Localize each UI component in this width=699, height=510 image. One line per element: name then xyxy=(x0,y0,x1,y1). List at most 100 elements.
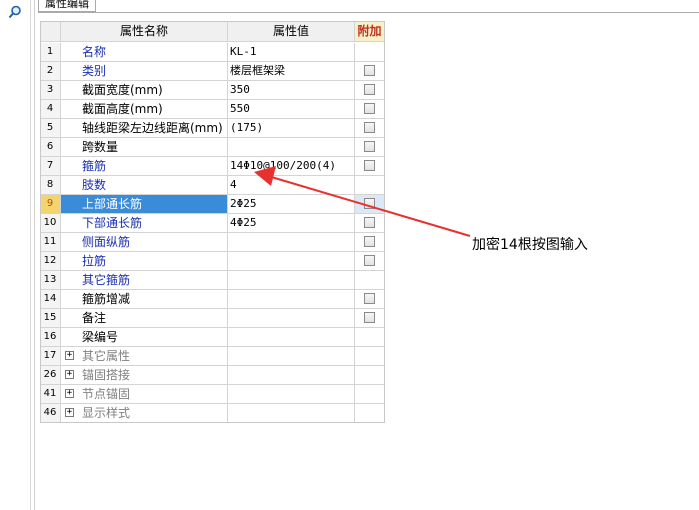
table-row[interactable]: 15 备注 xyxy=(40,309,385,328)
property-name[interactable]: + 显示样式 xyxy=(61,404,228,423)
property-value[interactable] xyxy=(228,309,355,328)
header-extra[interactable]: 附加 xyxy=(355,21,385,42)
row-number[interactable]: 14 xyxy=(40,290,61,309)
row-number[interactable]: 9 xyxy=(40,195,61,214)
row-number[interactable]: 13 xyxy=(40,271,61,290)
checkbox-icon[interactable] xyxy=(364,235,375,247)
property-name[interactable]: 轴线距梁左边线距离(mm) xyxy=(61,119,228,138)
row-number[interactable]: 11 xyxy=(40,233,61,252)
table-row[interactable]: 8 肢数 4 xyxy=(40,176,385,195)
property-name[interactable]: + 其它属性 xyxy=(61,347,228,366)
checkbox-icon[interactable] xyxy=(364,121,375,133)
property-value[interactable] xyxy=(228,404,355,423)
property-name[interactable]: + 锚固搭接 xyxy=(61,366,228,385)
property-value[interactable]: 350 xyxy=(228,81,355,100)
property-name[interactable]: 拉筋 xyxy=(61,252,228,271)
table-row[interactable]: 41 + 节点锚固 xyxy=(40,385,385,404)
plus-expander-icon[interactable]: + xyxy=(65,389,74,398)
checkbox-icon[interactable] xyxy=(364,197,375,209)
property-value[interactable] xyxy=(228,366,355,385)
row-number[interactable]: 6 xyxy=(40,138,61,157)
table-row[interactable]: 7 箍筋 14Φ10@100/200(4) xyxy=(40,157,385,176)
property-value[interactable] xyxy=(228,271,355,290)
table-row[interactable]: 6 跨数量 xyxy=(40,138,385,157)
property-name[interactable]: 上部通长筋 xyxy=(61,195,228,214)
property-value[interactable] xyxy=(228,252,355,271)
plus-expander-icon[interactable]: + xyxy=(65,370,74,379)
table-row[interactable]: 17 + 其它属性 xyxy=(40,347,385,366)
tab-property-edit[interactable]: 属性编辑 xyxy=(38,0,96,12)
property-value[interactable]: 4 xyxy=(228,176,355,195)
property-value[interactable] xyxy=(228,385,355,404)
property-name[interactable]: 名称 xyxy=(61,43,228,62)
property-value[interactable] xyxy=(228,138,355,157)
checkbox-icon[interactable] xyxy=(364,216,375,228)
table-row[interactable]: 46 + 显示样式 xyxy=(40,404,385,423)
plus-expander-icon[interactable]: + xyxy=(65,351,74,360)
row-number[interactable]: 15 xyxy=(40,309,61,328)
property-value[interactable]: 14Φ10@100/200(4) xyxy=(228,157,355,176)
property-value[interactable]: (175) xyxy=(228,119,355,138)
property-name[interactable]: 类别 xyxy=(61,62,228,81)
table-row[interactable]: 5 轴线距梁左边线距离(mm) (175) xyxy=(40,119,385,138)
property-name[interactable]: 备注 xyxy=(61,309,228,328)
table-row[interactable]: 9 上部通长筋 2Φ25 xyxy=(40,195,385,214)
row-number[interactable]: 26 xyxy=(40,366,61,385)
header-property-name[interactable]: 属性名称 xyxy=(61,21,228,42)
property-value[interactable] xyxy=(228,233,355,252)
row-number[interactable]: 41 xyxy=(40,385,61,404)
plus-expander-icon[interactable]: + xyxy=(65,408,74,417)
row-number[interactable]: 8 xyxy=(40,176,61,195)
table-row[interactable]: 26 + 锚固搭接 xyxy=(40,366,385,385)
property-name[interactable]: 截面宽度(mm) xyxy=(61,81,228,100)
checkbox-icon[interactable] xyxy=(364,64,375,76)
property-name[interactable]: 梁编号 xyxy=(61,328,228,347)
table-row[interactable]: 11 侧面纵筋 xyxy=(40,233,385,252)
table-row[interactable]: 13 其它箍筋 xyxy=(40,271,385,290)
table-row[interactable]: 1 名称 KL-1 xyxy=(40,43,385,62)
property-name[interactable]: 箍筋 xyxy=(61,157,228,176)
property-value[interactable]: 2Φ25 xyxy=(228,195,355,214)
table-row[interactable]: 12 拉筋 xyxy=(40,252,385,271)
property-value[interactable]: 4Φ25 xyxy=(228,214,355,233)
row-number[interactable]: 16 xyxy=(40,328,61,347)
row-number[interactable]: 2 xyxy=(40,62,61,81)
property-value[interactable]: KL-1 xyxy=(228,43,355,62)
row-number[interactable]: 1 xyxy=(40,43,61,62)
property-name[interactable]: 其它箍筋 xyxy=(61,271,228,290)
row-number[interactable]: 7 xyxy=(40,157,61,176)
property-name[interactable]: 侧面纵筋 xyxy=(61,233,228,252)
property-name[interactable]: 下部通长筋 xyxy=(61,214,228,233)
row-number[interactable]: 17 xyxy=(40,347,61,366)
property-value[interactable] xyxy=(228,347,355,366)
property-name[interactable]: 跨数量 xyxy=(61,138,228,157)
row-number[interactable]: 5 xyxy=(40,119,61,138)
property-name[interactable]: + 节点锚固 xyxy=(61,385,228,404)
property-value[interactable] xyxy=(228,290,355,309)
row-number[interactable]: 4 xyxy=(40,100,61,119)
table-row[interactable]: 3 截面宽度(mm) 350 xyxy=(40,81,385,100)
property-value[interactable]: 550 xyxy=(228,100,355,119)
checkbox-icon[interactable] xyxy=(364,159,375,171)
row-number[interactable]: 3 xyxy=(40,81,61,100)
property-name[interactable]: 箍筋增减 xyxy=(61,290,228,309)
table-row[interactable]: 2 类别 楼层框架梁 xyxy=(40,62,385,81)
table-row[interactable]: 14 箍筋增减 xyxy=(40,290,385,309)
table-row[interactable]: 16 梁编号 xyxy=(40,328,385,347)
header-property-value[interactable]: 属性值 xyxy=(228,21,355,42)
property-value[interactable]: 楼层框架梁 xyxy=(228,62,355,81)
checkbox-icon[interactable] xyxy=(364,254,375,266)
table-row[interactable]: 10 下部通长筋 4Φ25 xyxy=(40,214,385,233)
row-number[interactable]: 10 xyxy=(40,214,61,233)
checkbox-icon[interactable] xyxy=(364,102,375,114)
row-number[interactable]: 12 xyxy=(40,252,61,271)
checkbox-icon[interactable] xyxy=(364,83,375,95)
table-row[interactable]: 4 截面高度(mm) 550 xyxy=(40,100,385,119)
property-name[interactable]: 肢数 xyxy=(61,176,228,195)
checkbox-icon[interactable] xyxy=(364,311,375,323)
property-name[interactable]: 截面高度(mm) xyxy=(61,100,228,119)
search-button[interactable] xyxy=(6,4,24,20)
checkbox-icon[interactable] xyxy=(364,140,375,152)
row-number[interactable]: 46 xyxy=(40,404,61,423)
property-value[interactable] xyxy=(228,328,355,347)
